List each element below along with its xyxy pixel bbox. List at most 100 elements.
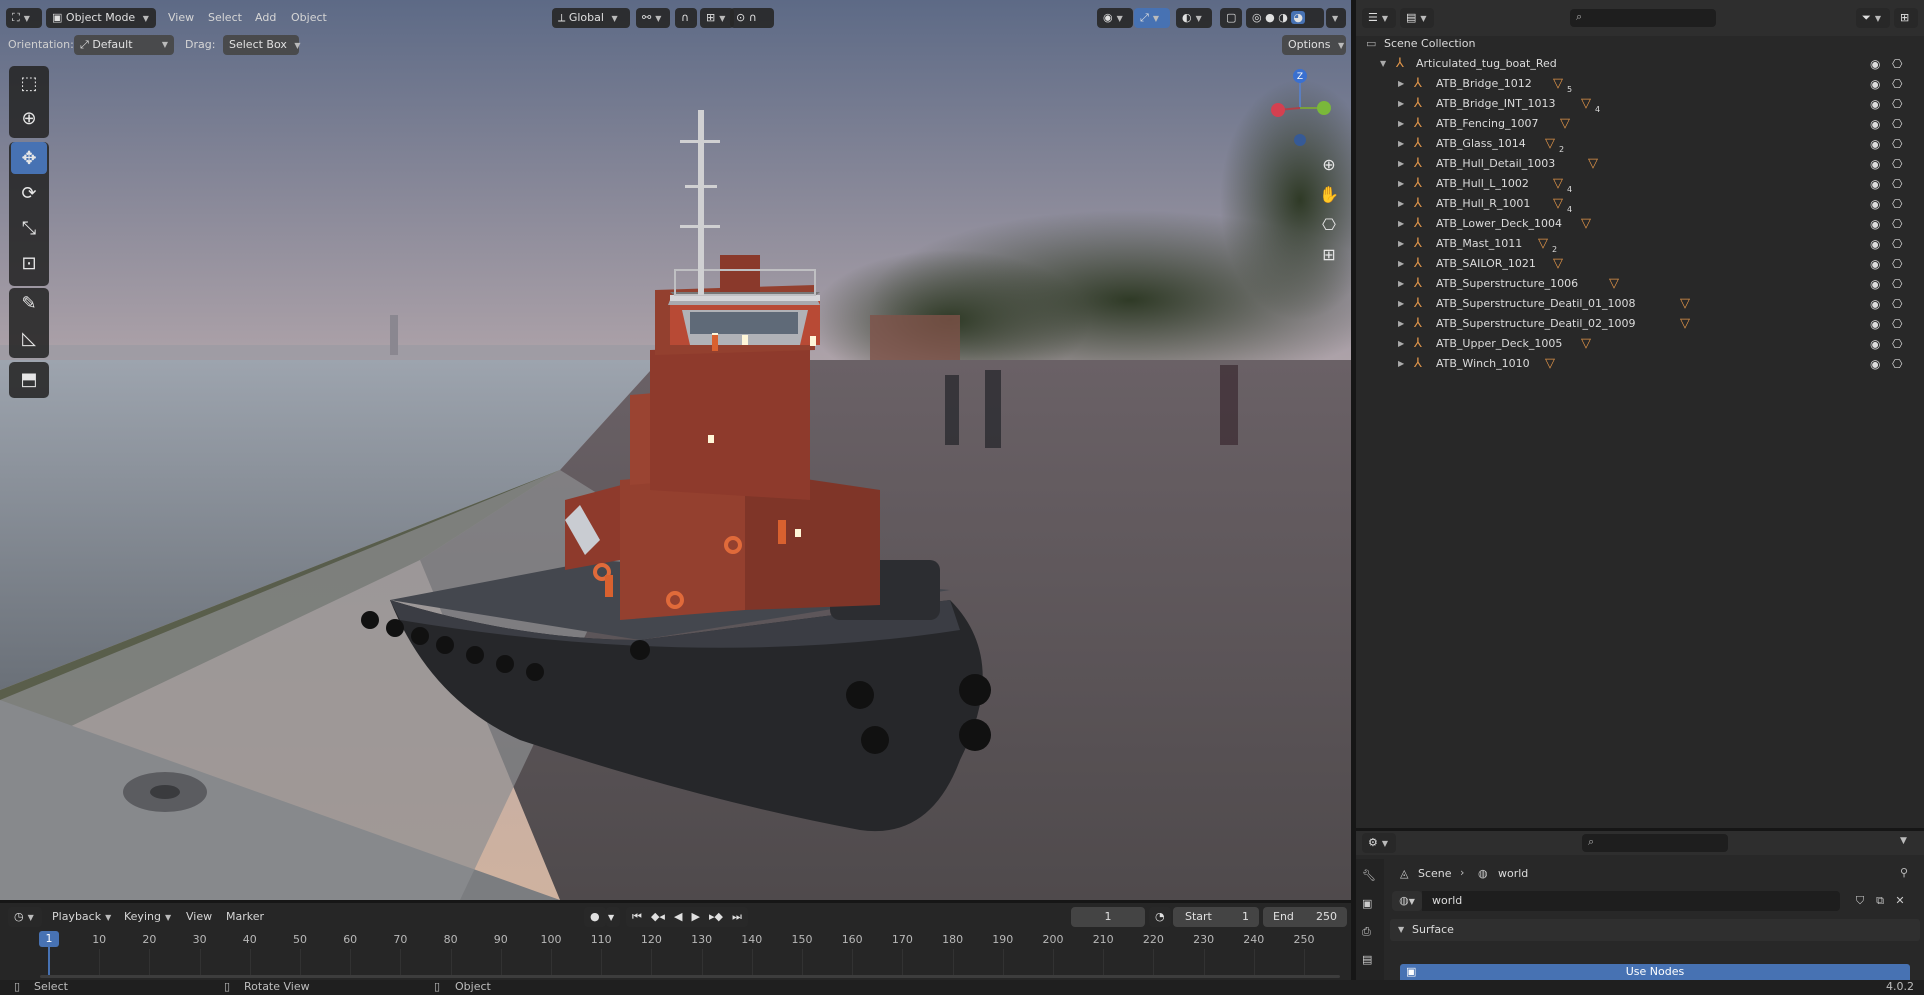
eye-icon[interactable]: ◉ bbox=[1870, 134, 1880, 154]
annotate-tool[interactable]: ✎ bbox=[11, 287, 47, 319]
outliner-object-row[interactable]: ▶ ⅄ ATB_Glass_1014 ▽ 2 ◉ ⎔ bbox=[1356, 134, 1924, 154]
3d-viewport[interactable]: ⛶ ▼ ▣ Object Mode ▼ View Select Add Objec… bbox=[0, 0, 1351, 900]
measure-tool[interactable]: ◺ bbox=[11, 322, 47, 354]
neg-z-axis-handle[interactable] bbox=[1294, 134, 1306, 146]
timeline-scrollbar[interactable] bbox=[40, 975, 1340, 978]
eye-icon[interactable]: ◉ bbox=[1870, 94, 1880, 114]
xray-toggle[interactable]: ▢ bbox=[1220, 8, 1242, 28]
outliner-object-row[interactable]: ▶ ⅄ ATB_Bridge_1012 ▽ 5 ◉ ⎔ bbox=[1356, 74, 1924, 94]
mesh-data-icon[interactable]: ▽ bbox=[1538, 234, 1548, 254]
outliner-object-row[interactable]: ▶ ⅄ ATB_Upper_Deck_1005 ▽ ◉ ⎔ bbox=[1356, 334, 1924, 354]
duplicate-button[interactable]: ⧉ bbox=[1870, 891, 1890, 911]
camera-icon[interactable]: ⎔ bbox=[1892, 134, 1902, 154]
properties-editor[interactable]: ⚙ ▼ ⌕ ▼ 🔧︎ ▣ ⎙ ▤ ◬ Scene › ◍ world ⚲ ◍▼ w… bbox=[1356, 831, 1924, 980]
expand-icon[interactable]: ▶ bbox=[1398, 154, 1404, 174]
navigation-gizmo[interactable]: Z bbox=[1262, 64, 1342, 150]
solid-shading-icon[interactable]: ● bbox=[1265, 11, 1275, 24]
eye-icon[interactable]: ◉ bbox=[1870, 354, 1880, 374]
camera-icon[interactable]: ⎔ bbox=[1892, 234, 1902, 254]
material-shading-icon[interactable]: ◑ bbox=[1278, 11, 1288, 24]
mesh-data-icon[interactable]: ▽ bbox=[1581, 334, 1591, 354]
mesh-data-icon[interactable]: ▽ bbox=[1553, 74, 1563, 94]
expand-icon[interactable]: ▶ bbox=[1398, 274, 1404, 294]
playhead[interactable]: 1 bbox=[39, 931, 59, 947]
snap-dropdown[interactable]: ⊞ ▼ bbox=[700, 8, 734, 28]
expand-icon[interactable]: ▼ bbox=[1380, 54, 1386, 74]
outliner-search-input[interactable]: ⌕ bbox=[1570, 9, 1716, 27]
output-tab[interactable]: ⎙ bbox=[1362, 925, 1371, 939]
menu-add[interactable]: Add bbox=[255, 8, 276, 28]
pivot-dropdown[interactable]: ⚯ ▼ bbox=[636, 8, 670, 28]
pan-button[interactable]: ✋ bbox=[1315, 180, 1343, 208]
move-tool[interactable]: ✥ bbox=[11, 142, 47, 174]
surface-panel-header[interactable]: ▼ Surface bbox=[1390, 919, 1920, 941]
camera-icon[interactable]: ⎔ bbox=[1892, 54, 1902, 74]
camera-icon[interactable]: ⎔ bbox=[1892, 74, 1902, 94]
world-selector[interactable]: ◍▼ bbox=[1392, 891, 1422, 911]
camera-icon[interactable]: ⎔ bbox=[1892, 314, 1902, 334]
outliner-object-row[interactable]: ▶ ⅄ ATB_SAILOR_1021 ▽ ◉ ⎔ bbox=[1356, 254, 1924, 274]
expand-icon[interactable]: ▶ bbox=[1398, 194, 1404, 214]
camera-view-button[interactable]: ⎔ bbox=[1315, 210, 1343, 238]
proportional-edit-toggle[interactable]: ⊙ ∩ bbox=[730, 8, 774, 28]
camera-icon[interactable]: ⎔ bbox=[1892, 174, 1902, 194]
ortho-toggle-button[interactable]: ⊞ bbox=[1315, 240, 1343, 268]
menu-select[interactable]: Select bbox=[208, 8, 242, 28]
outliner-object-row[interactable]: ▶ ⅄ ATB_Mast_1011 ▽ 2 ◉ ⎔ bbox=[1356, 234, 1924, 254]
expand-icon[interactable]: ▶ bbox=[1398, 174, 1404, 194]
new-collection-button[interactable]: ⊞ bbox=[1894, 8, 1918, 28]
frame-ruler[interactable]: 1102030405060708090100110120130140150160… bbox=[0, 903, 1351, 980]
outliner-editor-type[interactable]: ☰ ▼ bbox=[1362, 8, 1396, 28]
wireframe-shading-icon[interactable]: ◎ bbox=[1252, 11, 1262, 24]
camera-icon[interactable]: ⎔ bbox=[1892, 114, 1902, 134]
camera-icon[interactable]: ⎔ bbox=[1892, 214, 1902, 234]
use-nodes-button[interactable]: ▣ Use Nodes bbox=[1400, 964, 1910, 980]
eye-icon[interactable]: ◉ bbox=[1870, 154, 1880, 174]
mesh-data-icon[interactable]: ▽ bbox=[1588, 154, 1598, 174]
editor-type-button[interactable]: ⛶ ▼ bbox=[6, 8, 42, 28]
mesh-data-icon[interactable]: ▽ bbox=[1680, 314, 1690, 334]
camera-icon[interactable]: ⎔ bbox=[1892, 194, 1902, 214]
outliner-object-row[interactable]: ▶ ⅄ ATB_Superstructure_Deatil_01_1008 ▽ ◉ ⎔ bbox=[1356, 294, 1924, 314]
mesh-data-icon[interactable]: ▽ bbox=[1609, 274, 1619, 294]
eye-icon[interactable]: ◉ bbox=[1870, 334, 1880, 354]
rendered-shading-icon[interactable]: ◕ bbox=[1291, 11, 1305, 24]
menu-object[interactable]: Object bbox=[291, 8, 327, 28]
rotate-tool[interactable]: ⟳ bbox=[11, 177, 47, 209]
filter-dropdown[interactable]: ⏷ ▼ bbox=[1856, 8, 1890, 28]
mesh-data-icon[interactable]: ▽ bbox=[1581, 214, 1591, 234]
eye-icon[interactable]: ◉ bbox=[1870, 194, 1880, 214]
camera-icon[interactable]: ⎔ bbox=[1892, 354, 1902, 374]
options-button[interactable]: Options ▼ bbox=[1282, 35, 1346, 55]
eye-icon[interactable]: ◉ bbox=[1870, 234, 1880, 254]
visibility-dropdown[interactable]: ◉ ▼ bbox=[1097, 8, 1133, 28]
outliner-object-row[interactable]: ▶ ⅄ ATB_Hull_R_1001 ▽ 4 ◉ ⎔ bbox=[1356, 194, 1924, 214]
camera-icon[interactable]: ⎔ bbox=[1892, 154, 1902, 174]
camera-icon[interactable]: ⎔ bbox=[1892, 254, 1902, 274]
x-axis-handle[interactable] bbox=[1271, 103, 1285, 117]
properties-search-input[interactable]: ⌕ bbox=[1582, 834, 1728, 852]
collection-row[interactable]: ▼ ⅄ Articulated_tug_boat_Red ◉ ⎔ bbox=[1356, 54, 1924, 74]
outliner-object-row[interactable]: ▶ ⅄ ATB_Hull_L_1002 ▽ 4 ◉ ⎔ bbox=[1356, 174, 1924, 194]
mesh-data-icon[interactable]: ▽ bbox=[1553, 254, 1563, 274]
zoom-button[interactable]: ⊕ bbox=[1315, 150, 1343, 178]
expand-icon[interactable]: ▶ bbox=[1398, 214, 1404, 234]
expand-icon[interactable]: ▶ bbox=[1398, 314, 1404, 334]
shading-dropdown[interactable]: ▼ bbox=[1326, 8, 1346, 28]
expand-icon[interactable]: ▶ bbox=[1398, 354, 1404, 374]
display-mode-dropdown[interactable]: ▤ ▼ bbox=[1400, 8, 1434, 28]
timeline-editor[interactable]: ◷ ▼ Playback ▼ Keying ▼ View Marker ● ▼ ⏮ ◆… bbox=[0, 903, 1351, 980]
eye-icon[interactable]: ◉ bbox=[1870, 294, 1880, 314]
mesh-data-icon[interactable]: ▽ bbox=[1545, 134, 1555, 154]
expand-icon[interactable]: ▶ bbox=[1398, 334, 1404, 354]
view-layer-tab[interactable]: ▤ bbox=[1362, 953, 1372, 966]
outliner-object-row[interactable]: ▶ ⅄ ATB_Hull_Detail_1003 ▽ ◉ ⎔ bbox=[1356, 154, 1924, 174]
y-axis-handle[interactable] bbox=[1317, 101, 1331, 115]
orientation-dropdown[interactable]: ⤢ Default ▼ bbox=[74, 35, 174, 55]
camera-icon[interactable]: ⎔ bbox=[1892, 94, 1902, 114]
snap-toggle[interactable]: ∩ bbox=[675, 8, 697, 28]
outliner-object-row[interactable]: ▶ ⅄ ATB_Superstructure_1006 ▽ ◉ ⎔ bbox=[1356, 274, 1924, 294]
mesh-data-icon[interactable]: ▽ bbox=[1680, 294, 1690, 314]
eye-icon[interactable]: ◉ bbox=[1870, 214, 1880, 234]
mesh-data-icon[interactable]: ▽ bbox=[1581, 94, 1591, 114]
